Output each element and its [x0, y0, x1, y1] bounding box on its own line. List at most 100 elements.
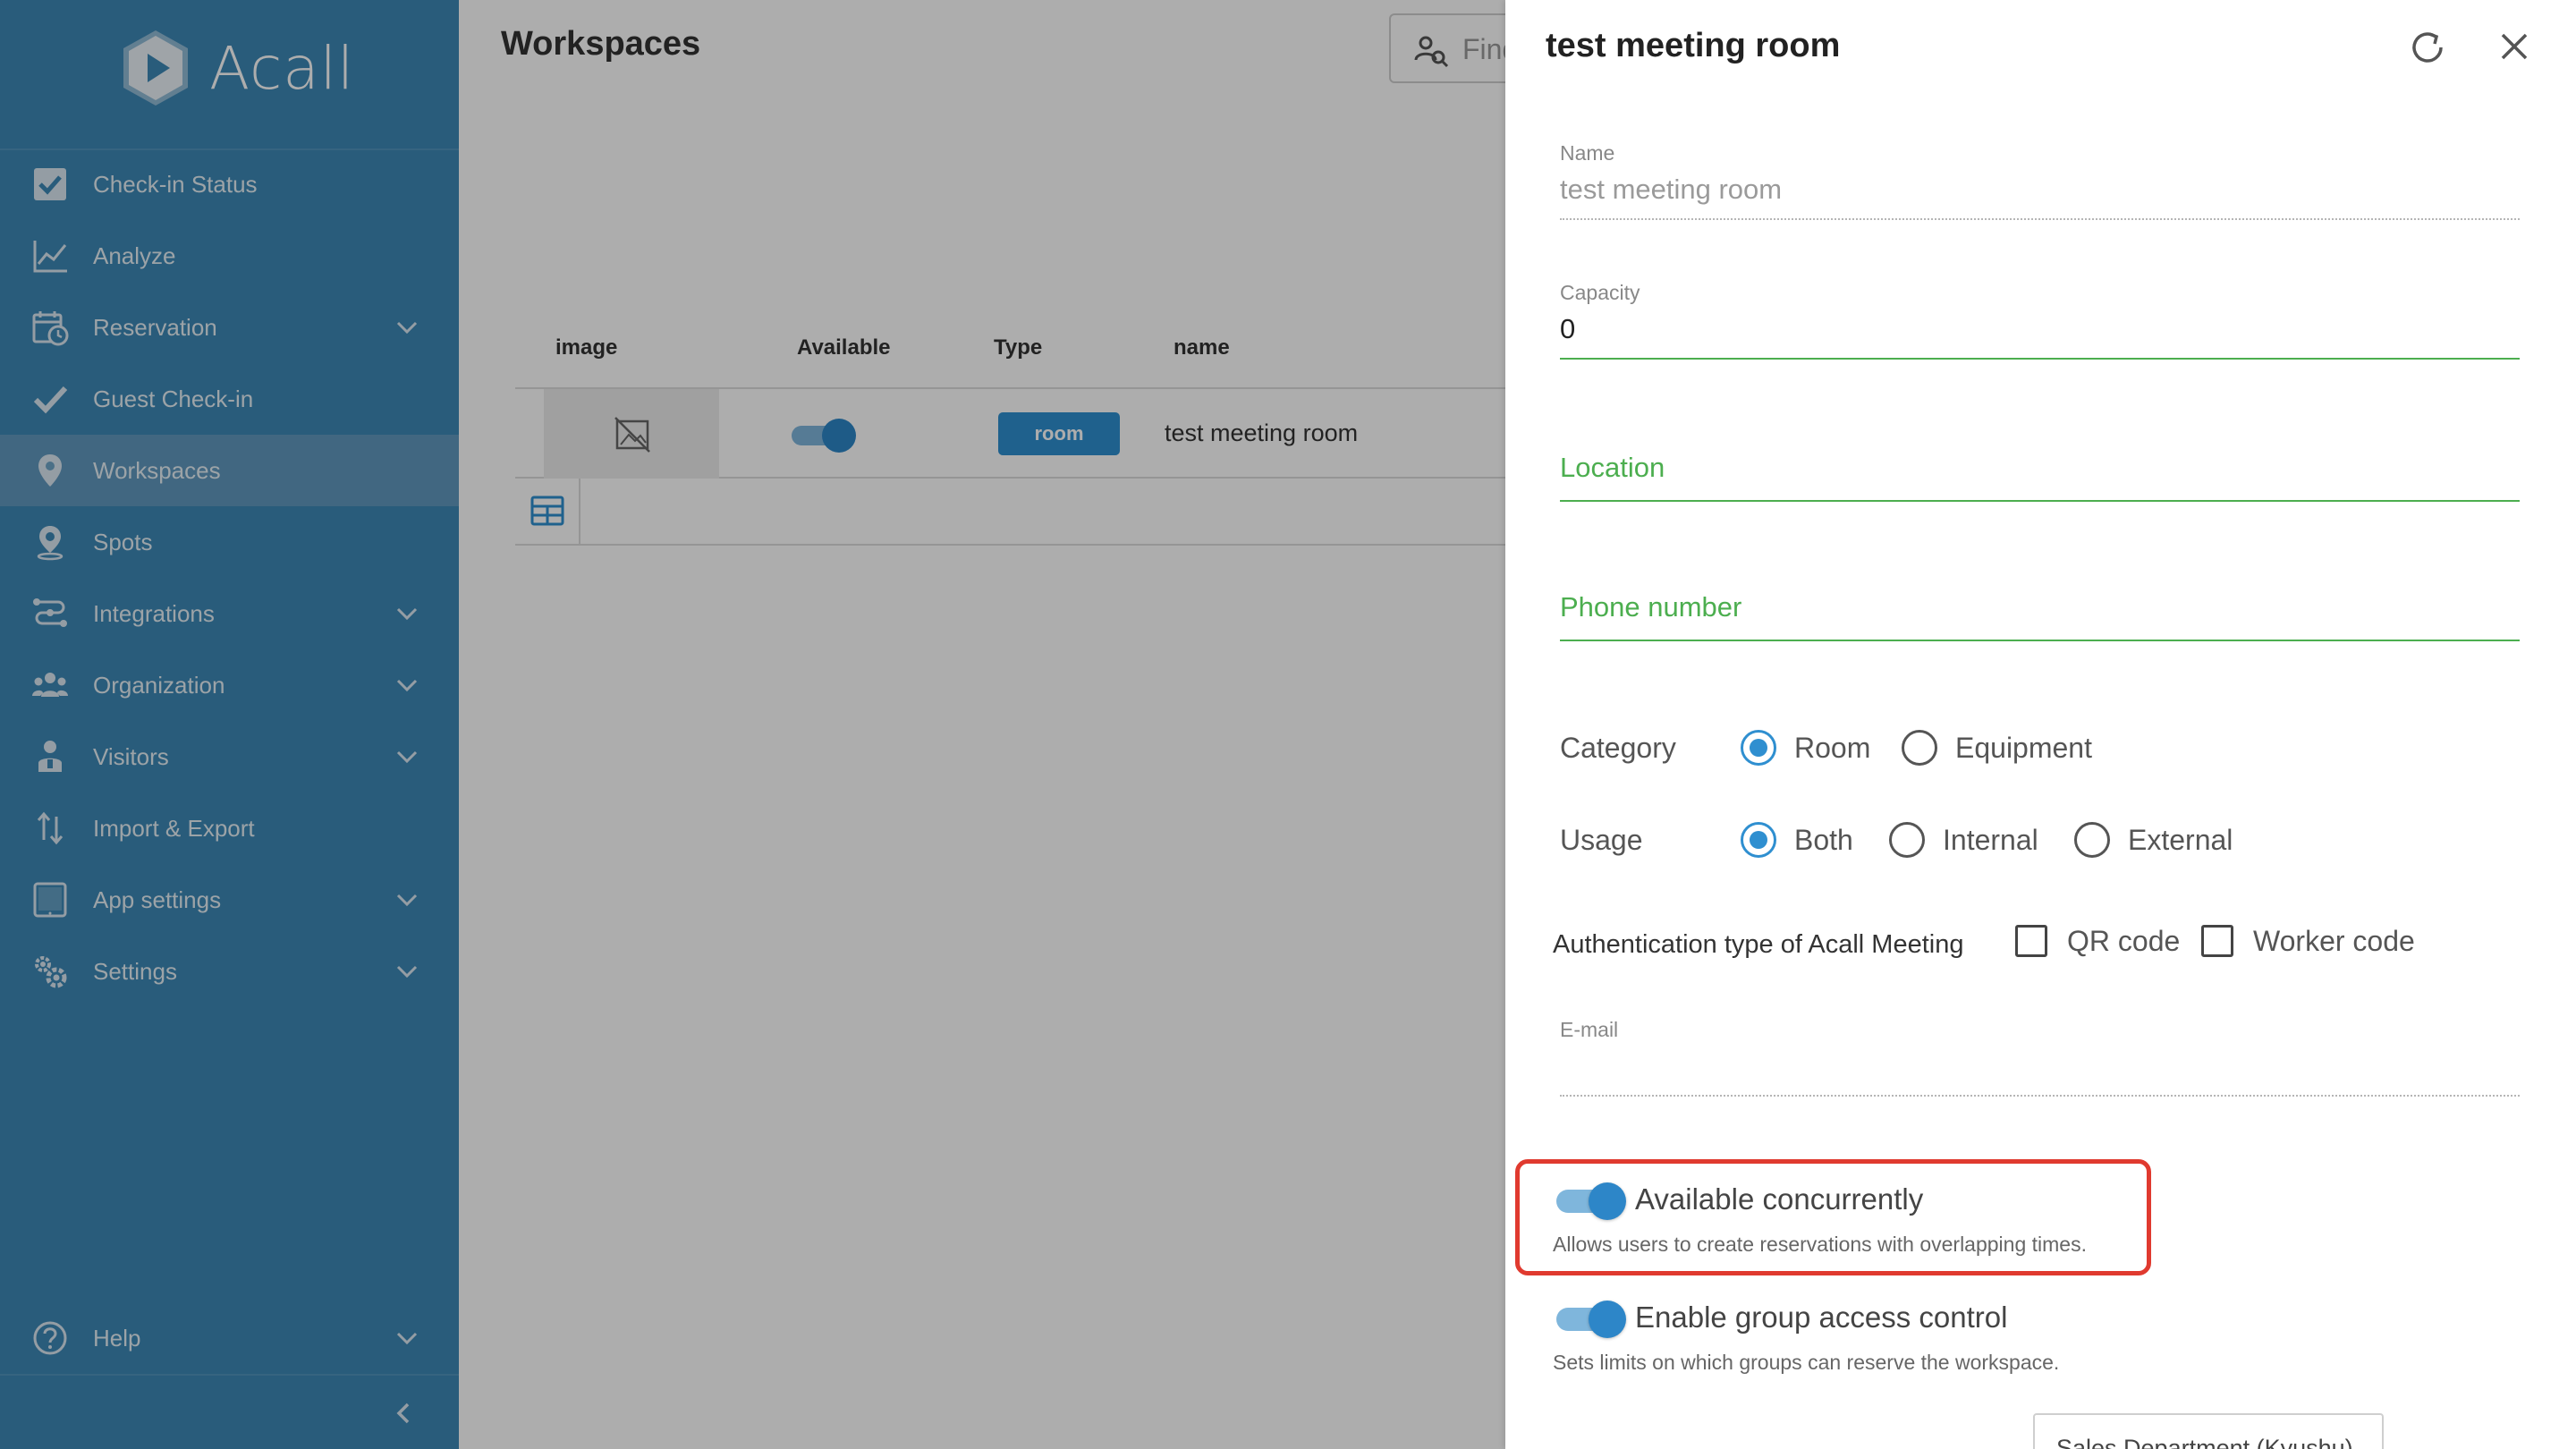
usage-option-external[interactable]: External — [2074, 818, 2233, 861]
sidebar-item-app-settings[interactable]: App settings — [0, 864, 459, 936]
group-access-title: Enable group access control — [1635, 1301, 2008, 1334]
location-field[interactable]: Location — [1560, 452, 2520, 504]
sidebar-item-label: Guest Check-in — [93, 385, 254, 412]
usage-option-both[interactable]: Both — [1741, 818, 1853, 861]
sidebar-divider — [0, 1374, 459, 1376]
image-cell — [544, 389, 719, 479]
column-header-name[interactable]: name — [1174, 335, 1230, 360]
sidebar-item-analyze[interactable]: Analyze — [0, 220, 459, 292]
sidebar-item-label: App settings — [93, 886, 222, 913]
category-radio-group: Category Room Equipment — [1560, 721, 2520, 775]
column-header-available[interactable]: Available — [797, 335, 891, 360]
sidebar-item-guest-check-in[interactable]: Guest Check-in — [0, 363, 459, 435]
sidebar-item-import-export[interactable]: Import & Export — [0, 792, 459, 864]
sidebar-item-visitors[interactable]: Visitors — [0, 721, 459, 792]
table-header: image Available Type name — [515, 309, 1589, 389]
auth-option-worker-code[interactable]: Worker code — [2201, 919, 2415, 962]
sidebar-item-label: Spots — [93, 528, 153, 555]
available-concurrently-toggle[interactable] — [1555, 1181, 1626, 1220]
visitor-icon — [30, 737, 70, 776]
column-header-type[interactable]: Type — [994, 335, 1042, 360]
type-badge: room — [998, 412, 1120, 455]
main-content: Workspaces Find image Available Type nam… — [459, 0, 1589, 1449]
sidebar-item-organization[interactable]: Organization — [0, 649, 459, 721]
chevron-left-icon — [396, 1402, 410, 1424]
sidebar-item-spots[interactable]: Spots — [0, 506, 459, 578]
workspace-name[interactable]: test meeting room — [1165, 419, 1358, 447]
chevron-down-icon — [392, 312, 422, 343]
sidebar: Acall Check-in Status Analyze Reservatio… — [0, 0, 459, 1449]
radio-unchecked-icon — [1902, 730, 1937, 766]
usage-option-internal[interactable]: Internal — [1889, 818, 2038, 861]
table-footer — [515, 479, 1589, 546]
chevron-down-icon — [392, 956, 422, 987]
checkbox-label: Worker code — [2253, 924, 2415, 957]
checkmark-icon — [30, 379, 70, 419]
capacity-value[interactable]: 0 — [1560, 313, 1575, 345]
location-placeholder[interactable]: Location — [1560, 452, 1665, 484]
group-access-description: Sets limits on which groups can reserve … — [1553, 1351, 2060, 1374]
sidebar-item-label: Help — [93, 1324, 141, 1352]
panel-title: test meeting room — [1546, 27, 1841, 64]
group-chip-label: Sales Department (Kyushu) — [2056, 1435, 2353, 1449]
field-underline — [1560, 218, 2520, 220]
field-underline — [1560, 500, 2520, 502]
name-value: test meeting room — [1560, 174, 1783, 205]
name-field: Name test meeting room — [1560, 141, 2520, 222]
capacity-field[interactable]: Capacity 0 — [1560, 281, 2520, 361]
toggle-knob — [822, 419, 856, 453]
sidebar-item-label: Organization — [93, 671, 225, 699]
grid-view-button[interactable] — [515, 479, 580, 546]
sidebar-item-integrations[interactable]: Integrations — [0, 578, 459, 649]
chevron-down-icon — [392, 1323, 422, 1353]
sidebar-item-label: Settings — [93, 957, 177, 985]
sidebar-item-check-in-status[interactable]: Check-in Status — [0, 148, 459, 220]
phone-field[interactable]: Phone number — [1560, 591, 2520, 643]
field-underline — [1560, 1095, 2520, 1097]
brand-name: Acall — [209, 33, 355, 103]
people-group-icon — [30, 665, 70, 705]
category-option-room[interactable]: Room — [1741, 726, 1870, 769]
sidebar-item-settings[interactable]: Settings — [0, 936, 459, 1007]
group-access-toggle[interactable] — [1555, 1299, 1626, 1338]
radio-checked-icon — [1741, 730, 1776, 766]
close-button[interactable] — [2495, 27, 2534, 66]
collapse-sidebar-button[interactable] — [381, 1394, 426, 1433]
sidebar-item-reservation[interactable]: Reservation — [0, 292, 459, 363]
email-field[interactable]: E-mail — [1560, 1018, 2520, 1098]
column-header-image[interactable]: image — [555, 335, 617, 360]
phone-placeholder[interactable]: Phone number — [1560, 591, 1741, 623]
logo-icon — [123, 30, 188, 106]
field-underline — [1560, 640, 2520, 641]
toggle-knob — [1589, 1301, 1626, 1338]
available-toggle[interactable] — [788, 419, 856, 453]
chevron-down-icon — [392, 885, 422, 915]
radio-label: Both — [1794, 823, 1853, 856]
available-concurrently-description: Allows users to create reservations with… — [1553, 1233, 2087, 1256]
search-user-icon — [1414, 36, 1449, 68]
no-image-icon — [614, 417, 650, 453]
available-concurrently-title: Available concurrently — [1635, 1182, 1924, 1216]
sidebar-item-label: Integrations — [93, 599, 215, 627]
integrations-icon — [30, 594, 70, 633]
chevron-down-icon — [392, 670, 422, 700]
name-label: Name — [1560, 141, 1615, 165]
checkbox-label: QR code — [2067, 924, 2181, 957]
sidebar-item-help[interactable]: Help — [0, 1302, 459, 1374]
checkbox-icon — [30, 165, 70, 204]
refresh-button[interactable] — [2405, 25, 2450, 70]
radio-label: Room — [1794, 731, 1871, 764]
category-option-equipment[interactable]: Equipment — [1902, 726, 2092, 769]
radio-label: Internal — [1943, 823, 2038, 856]
page-title: Workspaces — [501, 25, 701, 63]
group-chip[interactable]: Sales Department (Kyushu) — [2033, 1413, 2384, 1449]
acall-logo[interactable]: Acall — [114, 27, 354, 109]
sidebar-item-workspaces[interactable]: Workspaces — [0, 435, 459, 506]
map-pin-icon — [30, 451, 70, 490]
radio-checked-icon — [1741, 822, 1776, 858]
category-label: Category — [1560, 732, 1676, 764]
sidebar-item-label: Analyze — [93, 242, 176, 269]
auth-option-qr-code[interactable]: QR code — [2015, 919, 2180, 962]
checkbox-icon — [2201, 925, 2233, 957]
table-row[interactable]: room test meeting room — [515, 389, 1589, 479]
